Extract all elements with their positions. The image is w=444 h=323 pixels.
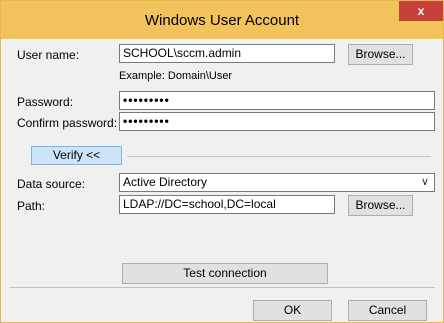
- confirm-password-field[interactable]: •••••••••: [119, 112, 435, 131]
- dialog-body: User name: SCHOOL\sccm.admin Browse... E…: [9, 39, 435, 321]
- windows-user-account-dialog: Windows User Account x User name: SCHOOL…: [0, 0, 444, 323]
- dialog-title: Windows User Account: [144, 12, 300, 29]
- data-source-label: Data source:: [17, 177, 86, 191]
- verify-divider: [127, 156, 431, 157]
- password-label: Password:: [17, 95, 74, 109]
- test-connection-button[interactable]: Test connection: [122, 263, 328, 284]
- user-name-example: Example: Domain\User: [119, 70, 233, 82]
- verify-button[interactable]: Verify <<: [31, 146, 122, 165]
- password-field[interactable]: •••••••••: [119, 91, 435, 110]
- footer-divider: [9, 287, 435, 288]
- title-bar[interactable]: Windows User Account x: [1, 1, 443, 39]
- confirm-password-label: Confirm password:: [17, 116, 118, 130]
- data-source-value: Active Directory: [123, 175, 208, 189]
- user-name-input[interactable]: SCHOOL\sccm.admin: [119, 44, 335, 63]
- user-name-label: User name:: [17, 48, 80, 62]
- user-name-browse-button[interactable]: Browse...: [348, 44, 413, 65]
- path-label: Path:: [17, 199, 46, 213]
- ok-button[interactable]: OK: [253, 300, 332, 321]
- path-browse-button[interactable]: Browse...: [348, 195, 413, 216]
- data-source-select[interactable]: Active Directory ∨: [119, 173, 435, 192]
- path-input[interactable]: LDAP://DC=school,DC=local: [119, 195, 335, 214]
- chevron-down-icon: ∨: [420, 176, 429, 188]
- close-button[interactable]: x: [399, 1, 443, 21]
- cancel-button[interactable]: Cancel: [348, 300, 427, 321]
